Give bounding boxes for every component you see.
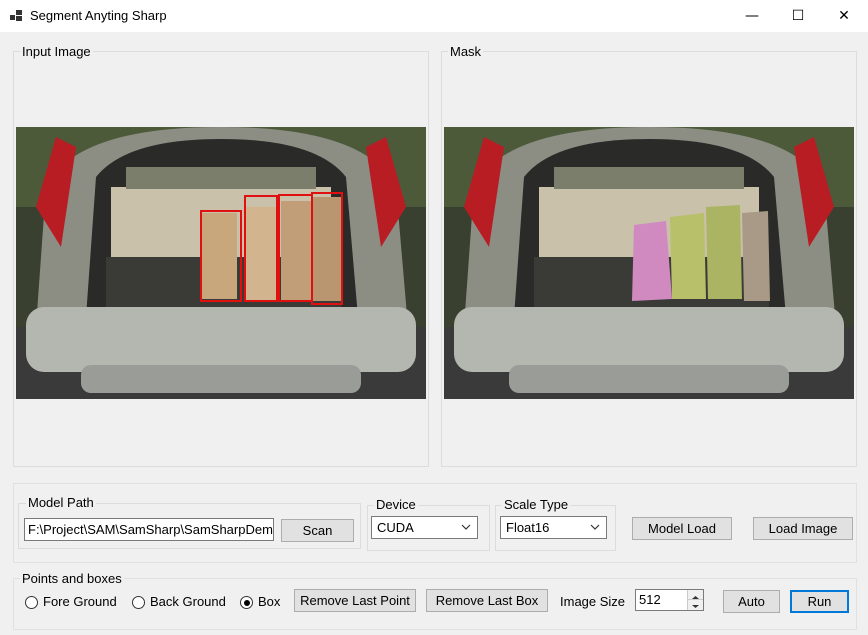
radio-circle: [132, 596, 145, 609]
device-label: Device: [374, 497, 418, 512]
model-path-label: Model Path: [26, 495, 96, 510]
image-size-value: 512: [639, 592, 661, 607]
model-path-input[interactable]: F:\Project\SAM\SamSharp\SamSharpDemo: [24, 518, 274, 541]
box-label: Box: [258, 594, 281, 609]
stepper-down-icon[interactable]: [687, 600, 703, 610]
mask-overlay-image: [444, 127, 854, 399]
mask-label: Mask: [448, 44, 484, 59]
car-trunk-image: [16, 127, 426, 399]
image-size-stepper[interactable]: 512: [635, 589, 704, 611]
remove-last-point-button[interactable]: Remove Last Point: [294, 589, 416, 612]
points-and-boxes-label: Points and boxes: [20, 571, 124, 586]
model-load-button[interactable]: Model Load: [632, 517, 732, 540]
image-size-label: Image Size: [560, 594, 626, 609]
minimize-button[interactable]: —: [729, 0, 775, 32]
scale-type-select[interactable]: Float16: [500, 516, 607, 539]
run-button[interactable]: Run: [790, 590, 849, 613]
chevron-down-icon: [590, 524, 600, 530]
input-image[interactable]: [16, 127, 426, 399]
scan-button[interactable]: Scan: [281, 519, 354, 542]
window-title: Segment Anyting Sharp: [30, 8, 167, 23]
box-radio[interactable]: Box: [240, 593, 280, 611]
app-icon: [10, 10, 22, 21]
stepper-up-icon[interactable]: [687, 590, 703, 600]
radio-circle-selected: [240, 596, 253, 609]
device-value: CUDA: [377, 520, 414, 535]
fore-ground-radio[interactable]: Fore Ground: [25, 593, 117, 611]
back-ground-radio[interactable]: Back Ground: [132, 593, 226, 611]
fore-ground-label: Fore Ground: [43, 594, 117, 609]
back-ground-label: Back Ground: [150, 594, 226, 609]
radio-circle: [25, 596, 38, 609]
chevron-down-icon: [461, 524, 471, 530]
title-bar: Segment Anyting Sharp — ☐ ✕: [0, 0, 868, 32]
maximize-button[interactable]: ☐: [775, 0, 821, 32]
load-image-button[interactable]: Load Image: [753, 517, 853, 540]
scale-type-label: Scale Type: [502, 497, 571, 512]
device-select[interactable]: CUDA: [371, 516, 478, 539]
scale-type-value: Float16: [506, 520, 550, 535]
auto-button[interactable]: Auto: [723, 590, 780, 613]
remove-last-box-button[interactable]: Remove Last Box: [426, 589, 548, 612]
close-button[interactable]: ✕: [821, 0, 867, 32]
mask-image: [444, 127, 854, 399]
input-image-label: Input Image: [20, 44, 93, 59]
